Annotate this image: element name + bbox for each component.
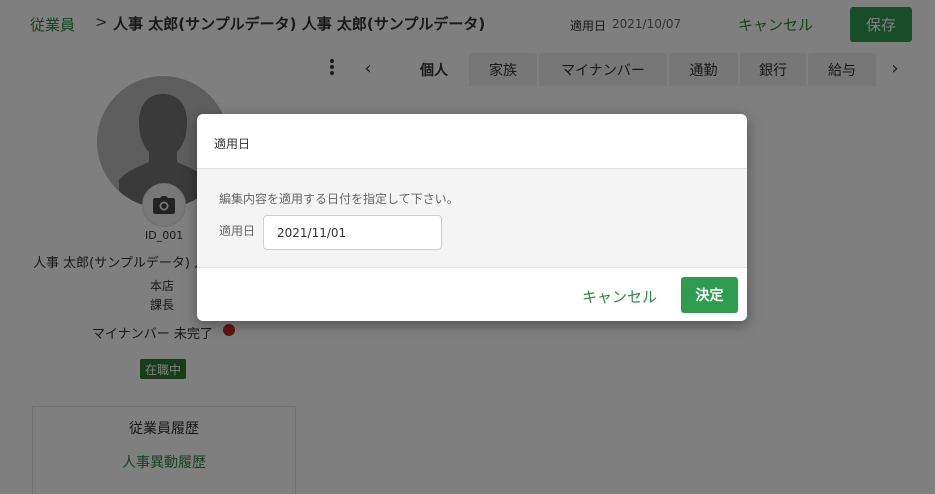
- effective-date-input[interactable]: [263, 215, 442, 250]
- effective-date-dialog: 適用日 編集内容を適用する日付を指定して下さい。 適用日 キャンセル 決定: [197, 114, 747, 321]
- effective-date-field-label: 適用日: [219, 224, 256, 238]
- dialog-title: 適用日: [214, 137, 251, 151]
- dialog-confirm-button[interactable]: 決定: [681, 277, 738, 313]
- dialog-message: 編集内容を適用する日付を指定して下さい。: [219, 192, 459, 206]
- dialog-body: 編集内容を適用する日付を指定して下さい。 適用日: [197, 169, 747, 268]
- dialog-header: 適用日: [197, 114, 747, 169]
- dialog-cancel-button[interactable]: キャンセル: [582, 286, 657, 307]
